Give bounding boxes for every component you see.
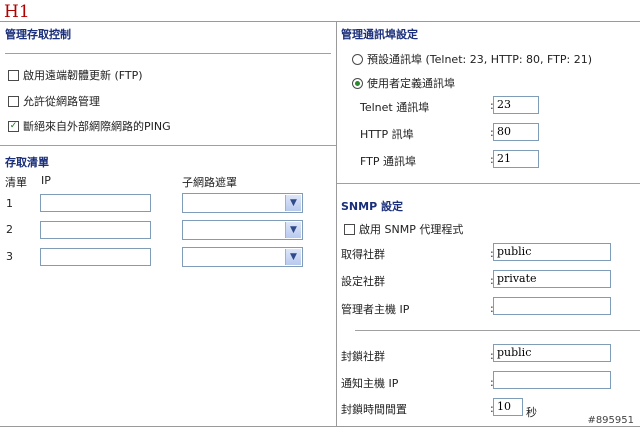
section-divider xyxy=(337,183,640,184)
ip-input-1[interactable] xyxy=(40,194,151,212)
mask-select-3[interactable]: ▼ xyxy=(182,247,303,267)
trap-interval-label: 封鎖時間間置 xyxy=(341,403,407,416)
option-remote-firmware[interactable]: 啟用遠端韌體更新 (FTP) xyxy=(8,67,143,83)
http-port-input[interactable]: 80 xyxy=(493,123,539,141)
page-title: H1 xyxy=(4,2,30,22)
option-block-ping[interactable]: ✓ 斷絕來自外部網際網路的PING xyxy=(8,118,171,134)
radio-default-port[interactable]: 預設通訊埠 (Telnet: 23, HTTP: 80, FTP: 21) xyxy=(352,51,592,67)
row-number: 1 xyxy=(6,197,13,210)
section-divider xyxy=(355,330,640,331)
default-port-radio[interactable] xyxy=(352,53,363,65)
snmp-title: SNMP 設定 xyxy=(341,200,403,213)
row-number: 3 xyxy=(6,250,13,263)
set-community-label: 設定社群 xyxy=(341,275,385,288)
snmp-enable-label: 啟用 SNMP 代理程式 xyxy=(359,223,464,236)
row-number: 2 xyxy=(6,223,13,236)
watermark: #895951 xyxy=(587,415,634,426)
notify-ip-label: 通知主機 IP xyxy=(341,377,399,390)
top-border xyxy=(0,21,640,22)
http-port-label: HTTP 訊埠 xyxy=(360,128,414,141)
option-network-mgmt[interactable]: 允許從網路管理 xyxy=(8,93,100,109)
manager-ip-label: 管理者主機 IP xyxy=(341,303,410,316)
set-community-input[interactable]: private xyxy=(493,270,611,288)
custom-port-radio[interactable] xyxy=(352,77,363,89)
option-snmp-enable[interactable]: 啟用 SNMP 代理程式 xyxy=(344,221,463,237)
chevron-down-icon: ▼ xyxy=(285,249,301,265)
remote-firmware-checkbox[interactable] xyxy=(8,69,19,81)
trap-interval-input[interactable]: 10 xyxy=(493,398,523,416)
get-community-input[interactable]: public xyxy=(493,243,611,261)
get-community-label: 取得社群 xyxy=(341,248,385,261)
default-port-label: 預設通訊埠 (Telnet: 23, HTTP: 80, FTP: 21) xyxy=(367,53,593,66)
ftp-port-input[interactable]: 21 xyxy=(493,150,539,168)
chevron-down-icon: ▼ xyxy=(285,222,301,238)
column-divider xyxy=(336,21,337,426)
trap-community-input[interactable]: public xyxy=(493,344,611,362)
notify-ip-input[interactable] xyxy=(493,371,611,389)
mgmt-access-title: 管理存取控制 xyxy=(5,28,71,41)
radio-custom-port[interactable]: 使用者定義通訊埠 xyxy=(352,75,455,91)
mask-column-header: 子網路遮罩 xyxy=(182,176,237,189)
bottom-border xyxy=(0,426,640,427)
block-ping-label: 斷絕來自外部網際網路的PING xyxy=(23,120,171,133)
ip-column-header: IP xyxy=(41,174,51,187)
snmp-enable-checkbox[interactable] xyxy=(344,223,355,235)
ip-input-3[interactable] xyxy=(40,248,151,266)
port-settings-title: 管理通訊埠設定 xyxy=(341,28,418,41)
mask-select-2[interactable]: ▼ xyxy=(182,220,303,240)
trap-interval-unit: 秒 xyxy=(526,406,537,419)
chevron-down-icon: ▼ xyxy=(285,195,301,211)
telnet-port-label: Telnet 通訊埠 xyxy=(360,101,430,114)
ip-input-2[interactable] xyxy=(40,221,151,239)
list-column-header: 清單 xyxy=(5,176,27,189)
mask-select-1[interactable]: ▼ xyxy=(182,193,303,213)
section-divider xyxy=(0,145,336,146)
block-ping-checkbox[interactable]: ✓ xyxy=(8,120,19,132)
network-mgmt-checkbox[interactable] xyxy=(8,95,19,107)
trap-community-label: 封鎖社群 xyxy=(341,350,385,363)
custom-port-label: 使用者定義通訊埠 xyxy=(367,77,455,90)
ftp-port-label: FTP 通訊埠 xyxy=(360,155,416,168)
telnet-port-input[interactable]: 23 xyxy=(493,96,539,114)
section-divider xyxy=(5,53,331,54)
remote-firmware-label: 啟用遠端韌體更新 (FTP) xyxy=(23,69,143,82)
access-list-title: 存取清單 xyxy=(5,156,49,169)
network-mgmt-label: 允許從網路管理 xyxy=(23,95,100,108)
manager-ip-input[interactable] xyxy=(493,297,611,315)
